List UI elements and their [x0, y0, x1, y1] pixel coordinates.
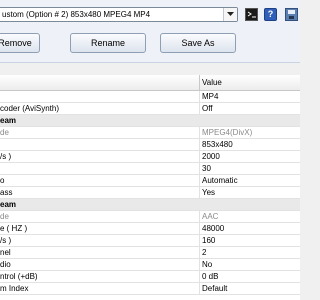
property-name: de	[0, 127, 200, 138]
table-row[interactable]: dio No	[0, 259, 300, 271]
property-name: /s )	[0, 151, 200, 162]
property-name: de	[0, 211, 200, 222]
property-value[interactable]: MP4	[202, 91, 218, 102]
grid-rows: MP4 coder (AviSynth) Off eam de MPEG4(Di…	[0, 91, 300, 295]
property-value[interactable]: Automatic	[202, 175, 238, 186]
property-name: ass	[0, 187, 200, 198]
remove-button[interactable]: Remove	[0, 33, 40, 53]
table-row[interactable]: o Automatic	[0, 175, 300, 187]
property-name: m Index	[0, 283, 200, 294]
save-icon[interactable]	[285, 8, 298, 21]
settings-grid: Value MP4 coder (AviSynth) Off eam de MP…	[0, 75, 300, 300]
property-value[interactable]: AAC	[202, 211, 218, 222]
help-icon[interactable]: ?	[264, 8, 277, 21]
property-value[interactable]: 0 dB	[202, 271, 218, 282]
preset-dropdown-value: ustom (Option # 2) 853x480 MPEG4 MP4	[2, 10, 151, 19]
property-value[interactable]: Yes	[202, 187, 215, 198]
table-row[interactable]: ntrol (+dB) 0 dB	[0, 271, 300, 283]
property-name: /s )	[0, 235, 200, 246]
property-name: e ( HZ )	[0, 223, 200, 234]
grid-header: Value	[0, 75, 300, 91]
property-value[interactable]: Default	[202, 283, 227, 294]
rename-button[interactable]: Rename	[70, 33, 146, 53]
chevron-down-icon	[227, 12, 234, 16]
table-row[interactable]: 30	[0, 163, 300, 175]
property-name: coder (AviSynth)	[0, 103, 200, 114]
section-label: eam	[0, 116, 17, 125]
property-value[interactable]: Off	[202, 103, 213, 114]
property-value[interactable]: 2000	[202, 151, 220, 162]
property-value[interactable]: 30	[202, 163, 211, 174]
table-row[interactable]: e ( HZ ) 48000	[0, 223, 300, 235]
save-as-button[interactable]: Save As	[160, 33, 236, 53]
property-name: nel	[0, 247, 200, 258]
property-value[interactable]: MPEG4(DivX)	[202, 127, 252, 138]
table-row[interactable]: coder (AviSynth) Off	[0, 103, 300, 115]
preset-dropdown[interactable]: ustom (Option # 2) 853x480 MPEG4 MP4	[0, 7, 238, 22]
section-label: eam	[0, 200, 17, 209]
section-row[interactable]: eam	[0, 115, 300, 127]
table-row[interactable]: /s ) 2000	[0, 151, 300, 163]
property-value[interactable]: 160	[202, 235, 215, 246]
property-value[interactable]: No	[202, 259, 212, 270]
property-name	[0, 163, 200, 174]
value-column-header[interactable]: Value	[202, 75, 222, 90]
table-row[interactable]: 853x480	[0, 139, 300, 151]
table-row[interactable]: nel 2	[0, 247, 300, 259]
property-name	[0, 91, 200, 102]
dropdown-arrow-button[interactable]	[223, 8, 237, 21]
table-row[interactable]: de MPEG4(DivX)	[0, 127, 300, 139]
property-value[interactable]: 2	[202, 247, 206, 258]
property-name: dio	[0, 259, 200, 270]
command-prompt-icon[interactable]	[245, 8, 258, 21]
table-row[interactable]: MP4	[0, 91, 300, 103]
property-value[interactable]: 48000	[202, 223, 224, 234]
property-name: o	[0, 175, 200, 186]
property-column-header[interactable]	[0, 75, 200, 90]
table-row[interactable]: de AAC	[0, 211, 300, 223]
table-row[interactable]: /s ) 160	[0, 235, 300, 247]
table-row[interactable]: m Index Default	[0, 283, 300, 295]
property-name	[0, 139, 200, 150]
property-value[interactable]: 853x480	[202, 139, 233, 150]
table-row[interactable]: ass Yes	[0, 187, 300, 199]
toolbar: ustom (Option # 2) 853x480 MPEG4 MP4 ? R…	[0, 0, 300, 63]
section-row[interactable]: eam	[0, 199, 300, 211]
property-name: ntrol (+dB)	[0, 271, 200, 282]
